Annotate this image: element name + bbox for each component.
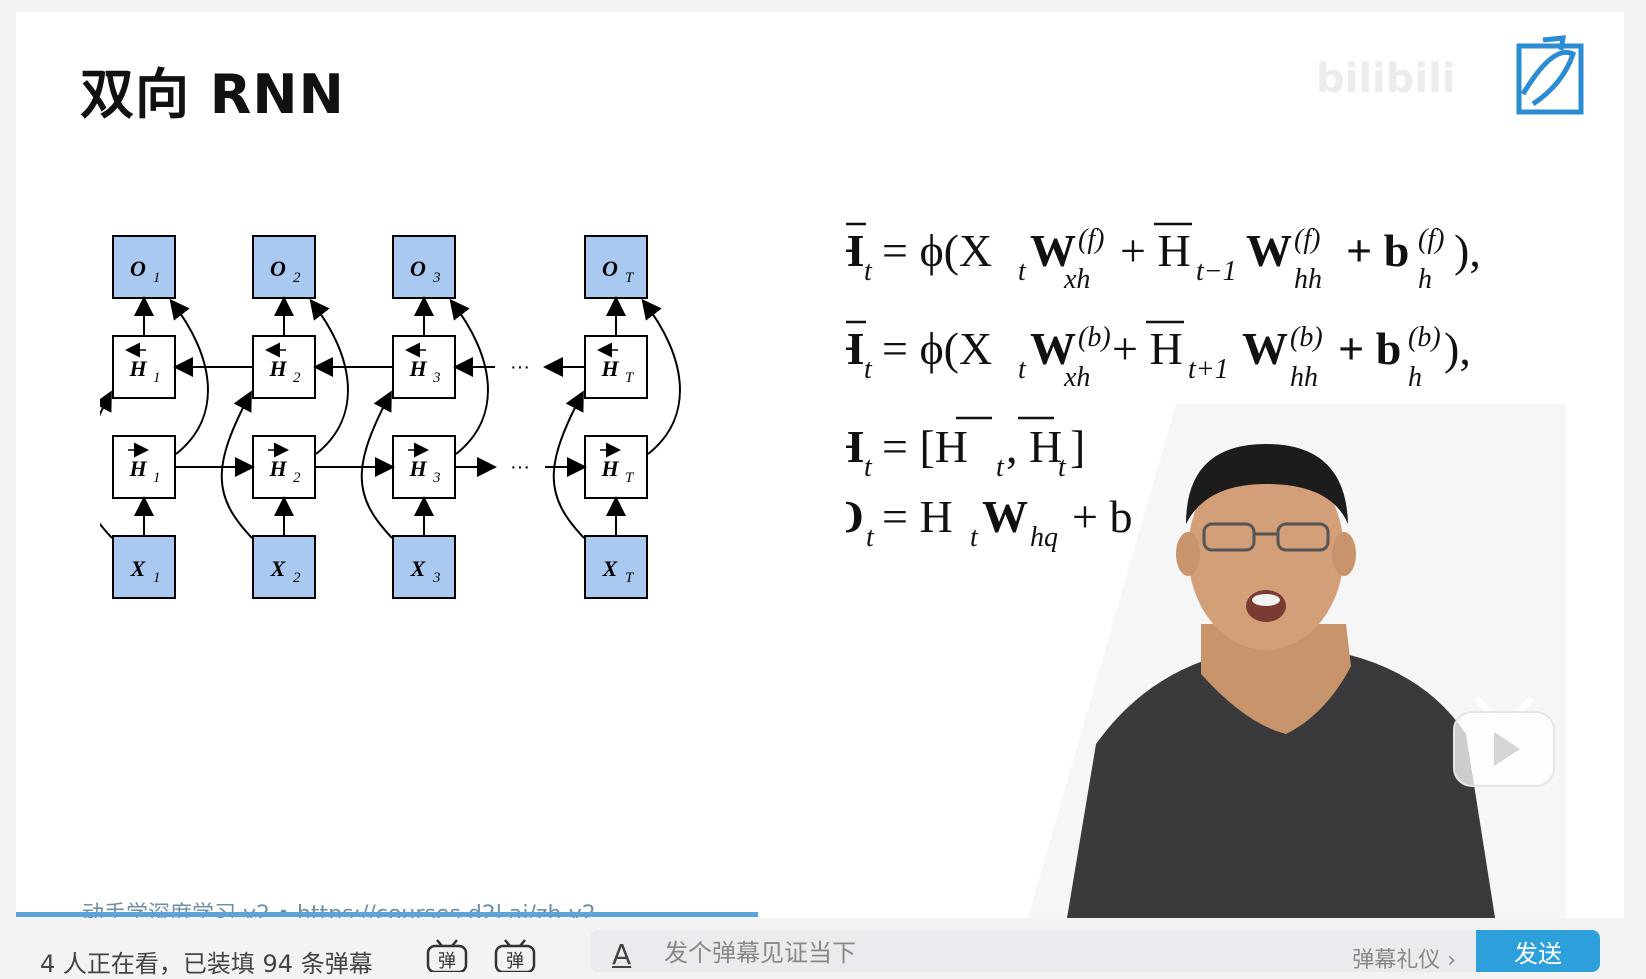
svg-text:+ b: + b [1346,225,1409,276]
svg-text:(b): (b) [1408,322,1441,353]
output-node-4-label: O [602,256,618,281]
output-node-3-sub: 3 [432,270,441,286]
backward-hidden-node-1-label: H [128,356,147,381]
forward-hidden-node-1-sub: 1 [153,470,161,486]
birnn-diagram: O 1H 1H 1X 1O 2H 2H 2X 2O 3H 3H 3X 3O TH TH TX T······ [100,235,681,599]
svg-text:弹: 弹 [506,951,524,972]
input-node-1-sub: 1 [153,570,161,586]
backward-hidden-node-2-label: H [268,356,287,381]
svg-text:W: W [1242,323,1288,374]
svg-text:),: ), [1454,225,1481,276]
svg-text:t+1: t+1 [1188,354,1229,385]
input-node-2-sub: 2 [293,570,301,586]
backward-hidden-node-3-label: H [408,356,427,381]
svg-text:O: O [846,491,864,542]
input-node-1-label: X [130,556,147,581]
input-node-3-sub: 3 [432,570,441,586]
backward-hidden-node-3-sub: 3 [432,370,441,386]
svg-text:(b): (b) [1078,322,1111,353]
svg-text:bilibili: bilibili [1316,56,1456,102]
svg-text:hh: hh [1294,264,1322,295]
tv-play-icon[interactable] [1448,694,1560,790]
arrow-f-to-o-4 [641,298,681,455]
svg-text:H: H [846,421,864,472]
svg-text:弹: 弹 [438,951,456,972]
forward-hidden-node-2-label: H [268,456,287,481]
svg-text:t: t [1018,256,1027,287]
svg-text:+ H: + H [1112,323,1183,374]
output-node-3-label: O [410,256,426,281]
forward-hidden-node-3-label: H [408,456,427,481]
equation-forward-hidden: H t = ϕ(X t W (f) xh + H t−1 W (f) hh + … [846,222,1481,295]
svg-text:h: h [1418,264,1432,295]
arrow-x-to-b-1 [100,390,113,539]
arrow-f-to-o-3 [449,298,489,455]
ellipsis-forward: ··· [510,456,530,478]
svg-text:W: W [1246,225,1292,276]
danmaku-toggle-icon[interactable]: 弹 [425,938,469,972]
forward-hidden-node-2-sub: 2 [293,470,301,486]
output-node-1-sub: 1 [153,270,161,286]
text-style-icon[interactable]: A [612,938,631,971]
svg-text:t: t [864,452,873,483]
video-progress-bar[interactable] [16,912,758,917]
svg-text:xh: xh [1063,264,1090,295]
bilibili-watermark: bilibili [1316,54,1496,114]
slide-title: 双向 RNN [80,63,345,126]
forward-hidden-node-3-sub: 3 [432,470,441,486]
svg-text:H: H [846,323,864,374]
svg-text:t: t [970,522,979,553]
d2l-logo-icon [1516,35,1584,115]
equation-backward-hidden: H t = ϕ(X t W (b) xh + H t+1 W (b) hh + … [846,320,1471,393]
svg-text:= ϕ(X: = ϕ(X [882,225,992,276]
svg-text:t: t [996,452,1005,483]
backward-hidden-node-1-sub: 1 [153,370,161,386]
svg-text:(f): (f) [1078,224,1104,255]
svg-text:hh: hh [1290,362,1318,393]
svg-text:xh: xh [1063,362,1090,393]
svg-text:= H: = H [882,491,953,542]
svg-text:= [H: = [H [882,421,968,472]
danmaku-etiquette-link[interactable]: 弹幕礼仪 › [1352,942,1456,974]
svg-text:W: W [982,491,1028,542]
danmaku-settings-icon[interactable]: 弹 [493,938,537,972]
svg-text:t: t [864,354,873,385]
send-button[interactable]: 发送 [1476,930,1600,972]
svg-text:= ϕ(X: = ϕ(X [882,323,992,374]
svg-text:+ H: + H [1120,225,1191,276]
output-node-1-label: O [130,256,146,281]
input-node-3-label: X [410,556,427,581]
svg-text:(b): (b) [1290,322,1323,353]
backward-hidden-node-2-sub: 2 [293,370,301,386]
svg-text:t: t [866,522,875,553]
svg-text:(f): (f) [1294,224,1320,255]
svg-text:),: ), [1444,323,1471,374]
arrow-f-to-o-2 [309,298,349,455]
svg-text:h: h [1408,362,1422,393]
svg-text:t: t [864,256,873,287]
output-node-2-label: O [270,256,286,281]
svg-text:t−1: t−1 [1196,256,1237,287]
forward-hidden-node-4-label: H [600,456,619,481]
forward-hidden-node-1-label: H [128,456,147,481]
svg-text:t: t [1018,354,1027,385]
svg-text:H: H [846,225,864,276]
svg-text:(f): (f) [1418,224,1444,255]
output-node-2-sub: 2 [293,270,301,286]
input-node-4-label: X [602,556,619,581]
danmaku-input[interactable] [662,934,1266,972]
backward-hidden-node-4-label: H [600,356,619,381]
presenter-video [1027,404,1566,918]
input-node-2-label: X [270,556,287,581]
arrow-f-to-o-1 [169,298,209,455]
slide: 双向 RNN bilibili O1H1H1X1O2H2H2X2O3H3H3X3… [16,12,1624,918]
ellipsis-backward: ··· [510,356,530,378]
viewer-count-text: 4 人正在看，已装填 94 条弹幕 [40,950,373,978]
danmaku-input-wrapper: A 弹幕礼仪 › [590,930,1476,974]
svg-text:+ b: + b [1338,323,1401,374]
